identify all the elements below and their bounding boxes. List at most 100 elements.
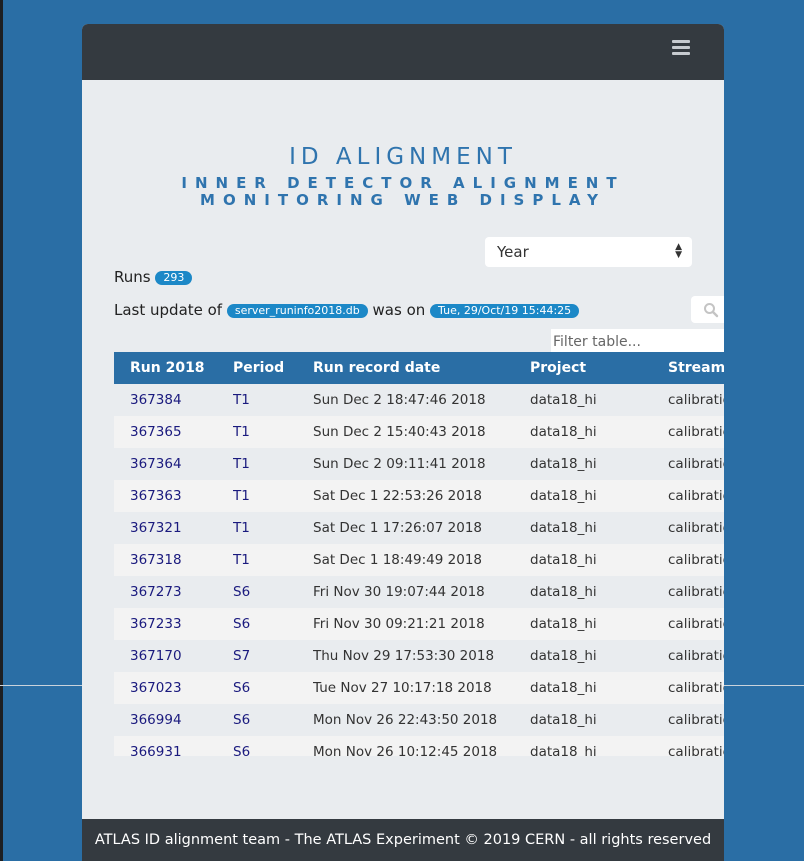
table-body: 367384 T1 Sun Dec 2 18:47:46 2018 data18… [114,384,724,756]
footer: ATLAS ID alignment team - The ATLAS Expe… [82,819,724,861]
run-date-cell: Sat Dec 1 18:49:49 2018 [313,552,483,568]
stream-cell: calibratic [668,488,724,504]
column-header-run[interactable]: Run 2018 [114,352,233,384]
table-row: 367233 S6 Fri Nov 30 09:21:21 2018 data1… [114,608,724,640]
table-row: 367318 T1 Sat Dec 1 18:49:49 2018 data18… [114,544,724,576]
table-row: 367365 T1 Sun Dec 2 15:40:43 2018 data18… [114,416,724,448]
update-prefix: Last update of [114,301,223,319]
run-number-link[interactable]: 367363 [130,488,182,504]
stream-cell: calibratic [668,616,724,632]
table-row: 366931 S6 Mon Nov 26 10:12:45 2018 data1… [114,736,724,756]
run-number-link[interactable]: 367321 [130,520,182,536]
period-link[interactable]: S6 [233,744,250,756]
project-cell: data18_hi [530,712,597,728]
run-date-cell: Fri Nov 30 09:21:21 2018 [313,616,485,632]
period-link[interactable]: S6 [233,712,250,728]
year-select[interactable]: Year ▲ ▼ [485,237,692,267]
run-date-cell: Sun Dec 2 15:40:43 2018 [313,424,486,440]
run-date-cell: Sun Dec 2 18:47:46 2018 [313,392,486,408]
run-date-cell: Sat Dec 1 22:53:26 2018 [313,488,483,504]
runs-count-badge: 293 [155,270,193,285]
period-link[interactable]: T1 [233,520,250,536]
project-cell: data18_hi [530,616,597,632]
run-number-link[interactable]: 367023 [130,680,182,696]
period-link[interactable]: T1 [233,424,250,440]
column-header-run-record-date[interactable]: Run record date [313,352,530,384]
footer-text: ATLAS ID alignment team - The ATLAS Expe… [94,832,712,848]
project-cell: data18_hi [530,424,597,440]
runs-table: Run 2018 Period Run record date Project … [114,352,724,756]
run-date-cell: Sat Dec 1 17:26:07 2018 [313,520,483,536]
runs-count-line: Runs 293 [114,268,193,286]
year-select-value: Year [497,243,529,261]
run-number-link[interactable]: 366994 [130,712,182,728]
stream-cell: calibratic [668,648,724,664]
hamburger-menu-icon[interactable] [672,40,690,56]
period-link[interactable]: T1 [233,552,250,568]
search-button[interactable] [691,296,724,323]
stream-cell: calibratic [668,712,724,728]
column-header-project[interactable]: Project [530,352,668,384]
stream-cell: calibratic [668,456,724,472]
table-row: 367363 T1 Sat Dec 1 22:53:26 2018 data18… [114,480,724,512]
search-icon [704,303,719,318]
runs-label: Runs [114,268,151,286]
run-number-link[interactable]: 367233 [130,616,182,632]
update-middle: was on [372,301,426,319]
period-link[interactable]: T1 [233,456,250,472]
table-row: 367364 T1 Sun Dec 2 09:11:41 2018 data18… [114,448,724,480]
project-cell: data18_hi [530,680,597,696]
run-number-link[interactable]: 367364 [130,456,182,472]
project-cell: data18_hi [530,744,597,756]
table-header-row: Run 2018 Period Run record date Project … [114,352,724,384]
project-cell: data18_hi [530,456,597,472]
period-link[interactable]: S6 [233,680,250,696]
run-number-link[interactable]: 367170 [130,648,182,664]
period-link[interactable]: T1 [233,392,250,408]
runs-table-container[interactable]: Run 2018 Period Run record date Project … [114,352,724,756]
run-number-link[interactable]: 367318 [130,552,182,568]
run-number-link[interactable]: 367365 [130,424,182,440]
run-date-cell: Sun Dec 2 09:11:41 2018 [313,456,486,472]
period-link[interactable]: T1 [233,488,250,504]
table-row: 367384 T1 Sun Dec 2 18:47:46 2018 data18… [114,384,724,416]
column-header-period[interactable]: Period [233,352,313,384]
run-date-cell: Fri Nov 30 19:07:44 2018 [313,584,485,600]
period-link[interactable]: S6 [233,584,250,600]
column-header-stream[interactable]: Stream [668,352,724,384]
page-title: ID ALIGNMENT [289,144,517,170]
stream-cell: calibratic [668,680,724,696]
stream-cell: calibratic [668,424,724,440]
table-row: 367023 S6 Tue Nov 27 10:17:18 2018 data1… [114,672,724,704]
update-date-badge: Tue, 29/Oct/19 15:44:25 [430,303,580,318]
run-number-link[interactable]: 366931 [130,744,182,756]
page-subtitle-line-2: MONITORING WEB DISPLAY [200,191,606,209]
run-date-cell: Thu Nov 29 17:53:30 2018 [313,648,495,664]
project-cell: data18_hi [530,552,597,568]
project-cell: data18_hi [530,520,597,536]
run-date-cell: Mon Nov 26 22:43:50 2018 [313,712,498,728]
stream-cell: calibratic [668,392,724,408]
period-link[interactable]: S6 [233,616,250,632]
run-number-link[interactable]: 367273 [130,584,182,600]
stream-cell: calibratic [668,552,724,568]
table-row: 367321 T1 Sat Dec 1 17:26:07 2018 data18… [114,512,724,544]
main-panel: ID ALIGNMENT INNER DETECTOR ALIGNMENT MO… [82,24,724,861]
run-date-cell: Mon Nov 26 10:12:45 2018 [313,744,498,756]
project-cell: data18_hi [530,648,597,664]
project-cell: data18_hi [530,488,597,504]
filter-table-input[interactable] [551,329,724,353]
run-date-cell: Tue Nov 27 10:17:18 2018 [313,680,492,696]
project-cell: data18_hi [530,392,597,408]
project-cell: data18_hi [530,584,597,600]
last-update-line: Last update of server_runinfo2018.db was… [114,301,580,319]
period-link[interactable]: S7 [233,648,250,664]
page-subtitle-line-1: INNER DETECTOR ALIGNMENT [181,174,625,192]
navbar [82,24,724,80]
db-name-badge: server_runinfo2018.db [226,303,368,318]
stream-cell: calibratic [668,584,724,600]
table-row: 367273 S6 Fri Nov 30 19:07:44 2018 data1… [114,576,724,608]
window-edge [0,0,3,861]
run-number-link[interactable]: 367384 [130,392,182,408]
table-row: 367170 S7 Thu Nov 29 17:53:30 2018 data1… [114,640,724,672]
